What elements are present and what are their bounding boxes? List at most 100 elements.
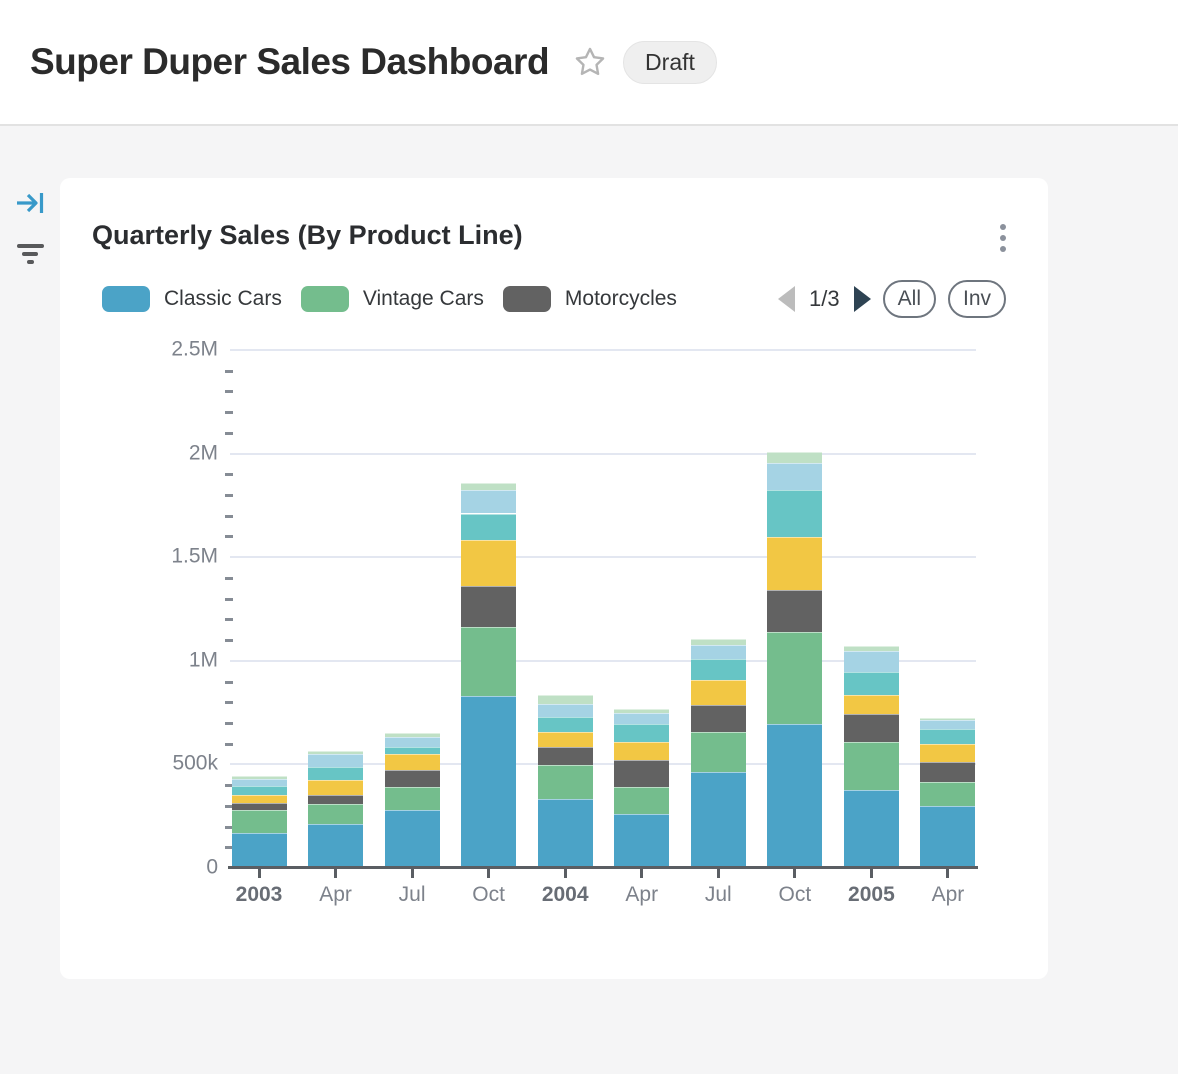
bar-segment[interactable]: [844, 646, 899, 652]
legend-next-button[interactable]: [854, 286, 871, 312]
legend-items: Classic Cars Vintage Cars Motorcycles: [102, 286, 696, 312]
bar-jul-6[interactable]: [691, 350, 746, 868]
bar-segment[interactable]: [232, 776, 287, 778]
x-axis-tick: [946, 869, 949, 878]
bar-segment[interactable]: [920, 718, 975, 720]
bar-segment[interactable]: [920, 806, 975, 868]
filter-button[interactable]: [13, 240, 47, 264]
bar-segment[interactable]: [767, 463, 822, 491]
bar-segment[interactable]: [232, 803, 287, 810]
bar-segment[interactable]: [844, 672, 899, 695]
bar-segment[interactable]: [308, 751, 363, 754]
bar-segment[interactable]: [308, 804, 363, 824]
bar-segment[interactable]: [691, 639, 746, 646]
bar-segment[interactable]: [614, 814, 669, 868]
bar-2005-8[interactable]: [844, 350, 899, 868]
legend-swatch: [301, 286, 349, 312]
bar-segment[interactable]: [691, 772, 746, 868]
bar-oct-3[interactable]: [461, 350, 516, 868]
bar-segment[interactable]: [767, 590, 822, 632]
bar-segment[interactable]: [614, 760, 669, 787]
bar-segment[interactable]: [385, 810, 440, 868]
legend-item[interactable]: Vintage Cars: [301, 286, 484, 312]
invert-selection-button[interactable]: Inv: [948, 280, 1006, 317]
bar-segment[interactable]: [538, 732, 593, 747]
bar-segment[interactable]: [232, 795, 287, 803]
bar-segment[interactable]: [844, 742, 899, 790]
bar-segment[interactable]: [232, 810, 287, 833]
x-axis-tick: [334, 869, 337, 878]
bar-segment[interactable]: [614, 713, 669, 724]
bar-segment[interactable]: [920, 782, 975, 806]
legend-item[interactable]: Motorcycles: [503, 286, 677, 312]
bar-segment[interactable]: [538, 717, 593, 732]
bar-segment[interactable]: [767, 490, 822, 537]
bar-apr-9[interactable]: [920, 350, 975, 868]
bar-segment[interactable]: [385, 787, 440, 810]
bar-segment[interactable]: [538, 695, 593, 703]
bar-segment[interactable]: [232, 779, 287, 787]
bar-segment[interactable]: [767, 632, 822, 724]
bar-segment[interactable]: [920, 729, 975, 744]
legend-prev-button[interactable]: [778, 286, 795, 312]
bar-segment[interactable]: [920, 720, 975, 729]
bar-segment[interactable]: [844, 790, 899, 868]
bar-segment[interactable]: [538, 799, 593, 868]
bar-segment[interactable]: [385, 733, 440, 737]
bar-segment[interactable]: [767, 724, 822, 868]
filter-icon: [17, 240, 44, 264]
bar-segment[interactable]: [461, 627, 516, 696]
bar-jul-2[interactable]: [385, 350, 440, 868]
bar-segment[interactable]: [614, 724, 669, 742]
select-all-button[interactable]: All: [883, 280, 936, 317]
bar-apr-1[interactable]: [308, 350, 363, 868]
legend-item[interactable]: Classic Cars: [102, 286, 282, 312]
bar-segment[interactable]: [691, 645, 746, 658]
bar-segment[interactable]: [538, 747, 593, 765]
bar-segment[interactable]: [461, 514, 516, 541]
bar-apr-5[interactable]: [614, 350, 669, 868]
bar-segment[interactable]: [844, 695, 899, 713]
bar-segment[interactable]: [691, 659, 746, 680]
bar-segment[interactable]: [232, 833, 287, 868]
bar-segment[interactable]: [308, 824, 363, 868]
bar-segment[interactable]: [308, 780, 363, 796]
bar-segment[interactable]: [691, 732, 746, 772]
bar-segment[interactable]: [844, 651, 899, 672]
bar-segment[interactable]: [538, 765, 593, 798]
bar-segment[interactable]: [308, 795, 363, 804]
collapse-panel-button[interactable]: [13, 188, 47, 218]
x-axis-tick: [793, 869, 796, 878]
bar-segment[interactable]: [691, 705, 746, 732]
bar-segment[interactable]: [920, 744, 975, 762]
chart-card: Quarterly Sales (By Product Line) Classi…: [60, 178, 1048, 979]
bar-segment[interactable]: [767, 537, 822, 590]
bar-segment[interactable]: [308, 754, 363, 767]
bar-segment[interactable]: [461, 490, 516, 513]
bar-segment[interactable]: [385, 770, 440, 787]
bar-segment[interactable]: [844, 714, 899, 742]
bar-segment[interactable]: [614, 742, 669, 760]
bar-2003-0[interactable]: [232, 350, 287, 868]
bar-segment[interactable]: [232, 786, 287, 795]
bar-segment[interactable]: [691, 680, 746, 706]
bar-segment[interactable]: [461, 483, 516, 490]
bar-segment[interactable]: [385, 737, 440, 747]
y-axis-tick-label: 2M: [138, 441, 218, 465]
bar-segment[interactable]: [385, 754, 440, 771]
bar-segment[interactable]: [461, 540, 516, 586]
bar-segment[interactable]: [461, 696, 516, 868]
favorite-button[interactable]: [573, 45, 607, 79]
legend-swatch: [503, 286, 551, 312]
bar-segment[interactable]: [538, 704, 593, 717]
bar-segment[interactable]: [308, 767, 363, 780]
bar-segment[interactable]: [767, 452, 822, 463]
card-menu-button[interactable]: [996, 220, 1010, 256]
bar-segment[interactable]: [614, 709, 669, 713]
bar-segment[interactable]: [614, 787, 669, 814]
bar-2004-4[interactable]: [538, 350, 593, 868]
bar-segment[interactable]: [385, 747, 440, 754]
bar-segment[interactable]: [461, 586, 516, 628]
bar-oct-7[interactable]: [767, 350, 822, 868]
bar-segment[interactable]: [920, 762, 975, 782]
